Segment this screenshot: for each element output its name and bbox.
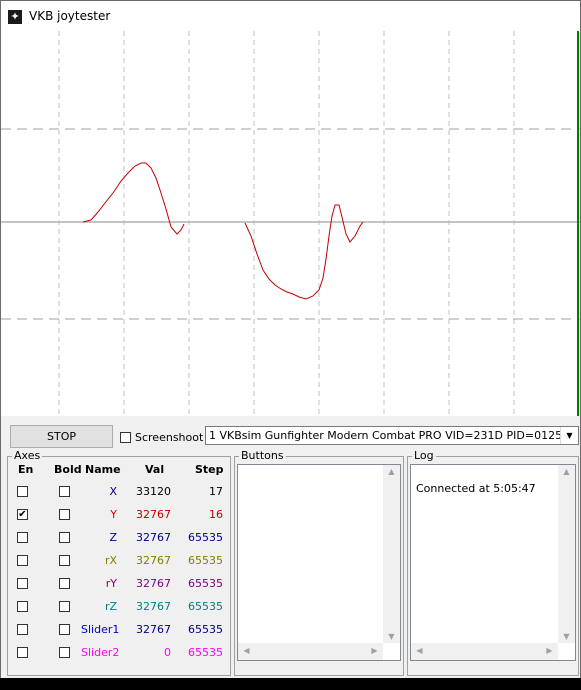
axes-header-en: En bbox=[18, 463, 34, 476]
axis-step: 65535 bbox=[188, 554, 223, 567]
axis-enable-checkbox[interactable] bbox=[17, 624, 28, 635]
chevron-down-icon[interactable]: ▼ bbox=[560, 427, 578, 444]
scroll-left-icon[interactable]: ◀ bbox=[411, 646, 428, 655]
log-horizontal-scrollbar[interactable]: ◀ ▶ bbox=[411, 643, 558, 660]
axis-row: Z 32767 65535 bbox=[1, 531, 229, 550]
axis-bold-checkbox[interactable] bbox=[59, 555, 70, 566]
axis-value: 32767 bbox=[136, 577, 171, 590]
axis-value: 32767 bbox=[136, 531, 171, 544]
axis-value: 33120 bbox=[136, 485, 171, 498]
log-textarea[interactable]: Connected at 5:05:47 ▲ ▼ ◀ ▶ bbox=[410, 464, 576, 661]
axis-bold-checkbox[interactable] bbox=[59, 624, 70, 635]
axis-row: ✔ Y 32767 16 bbox=[1, 508, 229, 527]
axis-step: 65535 bbox=[188, 600, 223, 613]
buttons-vertical-scrollbar[interactable]: ▲ ▼ bbox=[383, 465, 400, 643]
axis-bold-checkbox[interactable] bbox=[59, 578, 70, 589]
axis-y-trace-segment bbox=[244, 204, 364, 300]
title-bar: ✦ VKB joytester bbox=[1, 1, 580, 31]
axis-step: 65535 bbox=[188, 531, 223, 544]
axis-enable-checkbox[interactable] bbox=[17, 601, 28, 612]
device-select[interactable]: 1 VKBsim Gunfighter Modern Combat PRO VI… bbox=[205, 426, 579, 445]
axis-bold-checkbox[interactable] bbox=[59, 532, 70, 543]
scroll-up-icon[interactable]: ▲ bbox=[383, 467, 400, 476]
axis-graph bbox=[1, 31, 580, 416]
axis-bold-checkbox[interactable] bbox=[59, 509, 70, 520]
scroll-left-icon[interactable]: ◀ bbox=[238, 646, 255, 655]
log-group-label: Log bbox=[412, 449, 436, 462]
scroll-down-icon[interactable]: ▼ bbox=[558, 632, 575, 641]
axis-name: Z bbox=[109, 531, 117, 544]
axis-value: 32767 bbox=[136, 508, 171, 521]
axis-value: 32767 bbox=[136, 623, 171, 636]
axis-name: X bbox=[109, 485, 117, 498]
axis-name: Slider1 bbox=[81, 623, 120, 636]
axis-value: 32767 bbox=[136, 554, 171, 567]
axis-step: 65535 bbox=[188, 577, 223, 590]
scroll-right-icon[interactable]: ▶ bbox=[541, 646, 558, 655]
device-select-value: 1 VKBsim Gunfighter Modern Combat PRO VI… bbox=[209, 429, 563, 442]
axis-row: rY 32767 65535 bbox=[1, 577, 229, 596]
control-panel: STOP Screenshoot 1 VKBsim Gunfighter Mod… bbox=[1, 416, 580, 678]
buttons-list[interactable]: ▲ ▼ ◀ ▶ bbox=[237, 464, 401, 661]
axes-header-val: Val bbox=[145, 463, 165, 476]
axis-bold-checkbox[interactable] bbox=[59, 601, 70, 612]
app-window: ✦ VKB joytester STOP Screenshoot 1 VKBsi… bbox=[0, 0, 581, 678]
axes-header-step: Step bbox=[195, 463, 224, 476]
axis-value: 32767 bbox=[136, 600, 171, 613]
buttons-group-label: Buttons bbox=[239, 449, 286, 462]
axis-value: 0 bbox=[164, 646, 171, 659]
stop-button[interactable]: STOP bbox=[10, 425, 113, 448]
axes-header-name: Name bbox=[85, 463, 121, 476]
axis-step: 65535 bbox=[188, 623, 223, 636]
axis-enable-checkbox[interactable] bbox=[17, 578, 28, 589]
graph-grid bbox=[1, 31, 580, 416]
log-line: Connected at 5:05:47 bbox=[416, 482, 536, 495]
scroll-right-icon[interactable]: ▶ bbox=[366, 646, 383, 655]
axis-enable-checkbox[interactable] bbox=[17, 486, 28, 497]
axis-enable-checkbox[interactable]: ✔ bbox=[17, 509, 28, 520]
axis-bold-checkbox[interactable] bbox=[59, 486, 70, 497]
axis-enable-checkbox[interactable] bbox=[17, 555, 28, 566]
axes-group-label: Axes bbox=[12, 449, 43, 462]
screenshoot-checkbox[interactable] bbox=[120, 432, 131, 443]
axis-enable-checkbox[interactable] bbox=[17, 532, 28, 543]
axis-name: rZ bbox=[104, 600, 117, 613]
axis-step: 17 bbox=[209, 485, 223, 498]
scroll-down-icon[interactable]: ▼ bbox=[383, 632, 400, 641]
axis-bold-checkbox[interactable] bbox=[59, 647, 70, 658]
axis-row: rZ 32767 65535 bbox=[1, 600, 229, 619]
axes-header-bold: Bold bbox=[54, 463, 82, 476]
axis-row: Slider1 32767 65535 bbox=[1, 623, 229, 642]
log-vertical-scrollbar[interactable]: ▲ ▼ bbox=[558, 465, 575, 643]
axis-graph-canvas bbox=[1, 31, 580, 416]
buttons-horizontal-scrollbar[interactable]: ◀ ▶ bbox=[238, 643, 383, 660]
axis-name: Slider2 bbox=[81, 646, 120, 659]
axis-step: 16 bbox=[209, 508, 223, 521]
axis-row: Slider2 0 65535 bbox=[1, 646, 229, 665]
axis-name: rX bbox=[104, 554, 117, 567]
window-title: VKB joytester bbox=[29, 9, 111, 23]
axis-row: X 33120 17 bbox=[1, 485, 229, 504]
scroll-up-icon[interactable]: ▲ bbox=[558, 467, 575, 476]
axis-step: 65535 bbox=[188, 646, 223, 659]
axis-enable-checkbox[interactable] bbox=[17, 647, 28, 658]
axis-row: rX 32767 65535 bbox=[1, 554, 229, 573]
axis-name: rY bbox=[105, 577, 117, 590]
vkb-logo-icon: ✦ bbox=[8, 10, 22, 24]
axis-y-trace-segment bbox=[82, 162, 185, 235]
axis-name: Y bbox=[110, 508, 117, 521]
screenshoot-label: Screenshoot bbox=[135, 431, 204, 444]
